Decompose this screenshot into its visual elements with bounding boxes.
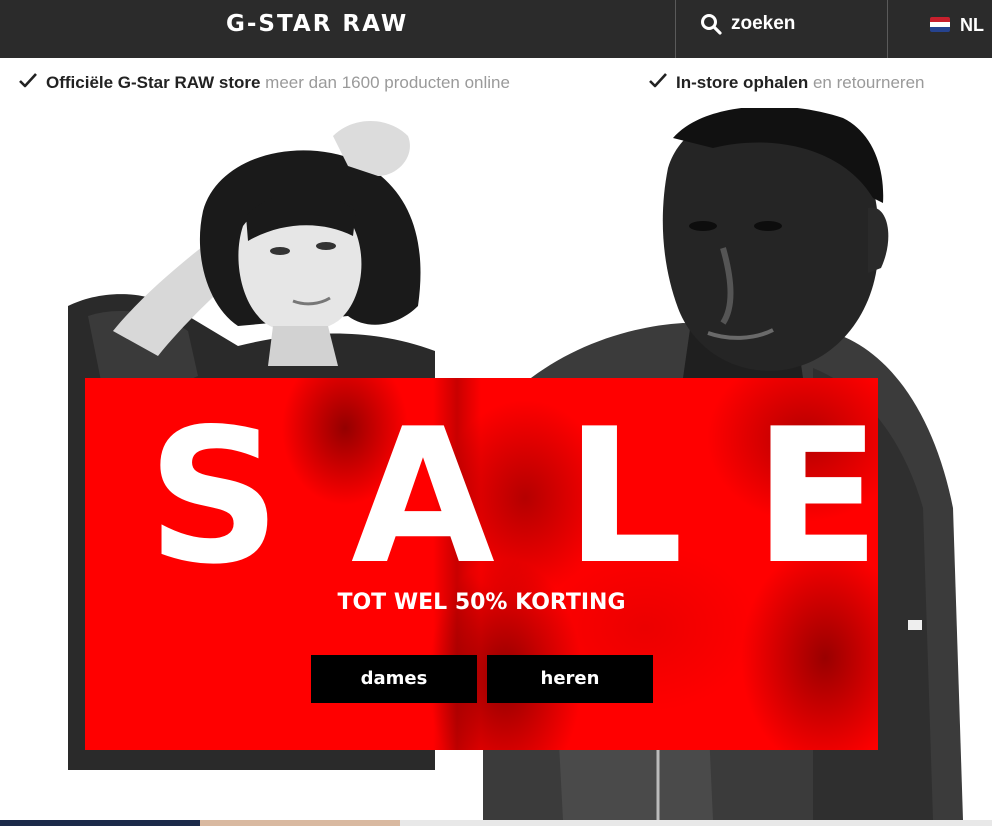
usp-light-text: en retourneren: [812, 73, 925, 92]
usp-light-text: meer dan 1600 producten online: [265, 73, 510, 92]
checkmark-icon: [19, 73, 37, 88]
preview-tile: [200, 820, 400, 826]
dames-button[interactable]: dames: [311, 655, 477, 703]
usp-in-store-pickup: In-store ophalen en retourneren: [648, 71, 925, 95]
sale-subtitle: TOT WEL 50% KORTING: [337, 590, 626, 615]
search-button[interactable]: zoeken: [675, 0, 888, 58]
heren-button[interactable]: heren: [487, 655, 653, 703]
checkmark-icon: [649, 73, 667, 88]
next-section-preview: [0, 820, 992, 826]
site-header: G-STAR RAW zoeken NL: [0, 0, 992, 58]
sale-banner: SALE TOT WEL 50% KORTING dames heren: [85, 378, 878, 750]
search-label: zoeken: [731, 13, 796, 34]
search-icon: [701, 14, 722, 35]
preview-tile: [0, 820, 200, 826]
netherlands-flag-icon: [930, 17, 950, 32]
usp-strong-text: Officiële G-Star RAW store: [46, 73, 261, 92]
usp-strong-text: In-store ophalen: [676, 73, 809, 92]
language-label: NL: [960, 15, 984, 35]
sale-title: SALE: [147, 388, 878, 605]
brand-logo[interactable]: G-STAR RAW: [226, 12, 408, 36]
usp-official-store: Officiële G-Star RAW store meer dan 1600…: [18, 71, 510, 95]
